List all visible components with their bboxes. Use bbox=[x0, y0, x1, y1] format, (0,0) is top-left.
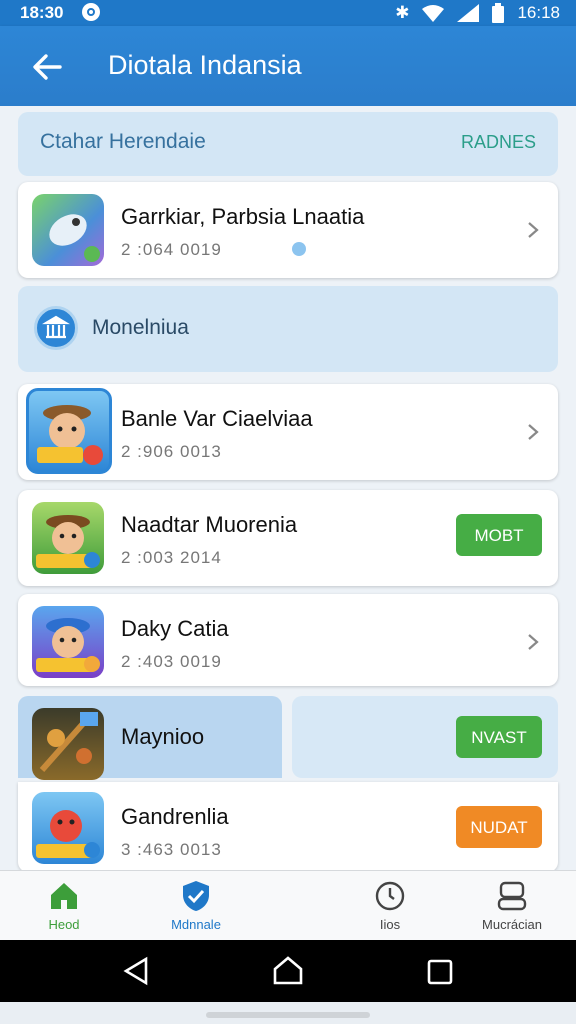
home-icon bbox=[51, 883, 77, 909]
app-icon bbox=[32, 708, 104, 780]
back-triangle-icon[interactable] bbox=[122, 956, 150, 986]
app-icon bbox=[26, 388, 112, 474]
nav-tab-profile[interactable]: Mucrácian bbox=[462, 879, 562, 932]
chevron-right-icon[interactable] bbox=[526, 422, 540, 442]
list-item[interactable]: Banle Var Ciaelviaa 2 :906 0013 bbox=[18, 384, 558, 480]
item-title: Naadtar Muorenia bbox=[121, 512, 298, 537]
item-subtitle: 2 :403 0019 bbox=[121, 652, 222, 671]
page-title: Diotala Indansia bbox=[108, 50, 302, 80]
banner-text: Ctahar Herendaie bbox=[40, 130, 206, 153]
item-subtitle: 2 :064 0019 bbox=[121, 240, 222, 259]
nav-label: Mdnnale bbox=[171, 917, 221, 932]
item-title: Gandrenlia bbox=[121, 804, 229, 829]
app-icon bbox=[32, 606, 104, 678]
chevron-right-icon[interactable] bbox=[526, 220, 540, 240]
notification-icon bbox=[82, 3, 100, 21]
museum-icon bbox=[34, 306, 78, 350]
section-label: Monelniua bbox=[92, 316, 189, 339]
list-item[interactable]: Daky Catia 2 :403 0019 bbox=[18, 594, 558, 686]
back-arrow-icon[interactable] bbox=[30, 50, 64, 84]
list-item[interactable]: Naadtar Muorenia 2 :003 2014 MOBT bbox=[18, 490, 558, 586]
status-bar: 18:30 ✱ 16:18 bbox=[0, 0, 576, 26]
device-icon bbox=[497, 881, 527, 911]
indicator-dot bbox=[292, 242, 306, 256]
signal-icon bbox=[457, 4, 480, 22]
home-indicator bbox=[206, 1012, 370, 1018]
nav-label: Mucrácian bbox=[482, 917, 542, 932]
list-item[interactable]: Gandrenlia 3 :463 0013 NUDAT bbox=[18, 782, 558, 872]
status-time: 18:30 bbox=[20, 3, 64, 22]
system-navigation-bar bbox=[0, 940, 576, 1002]
list-item[interactable]: Maynioo bbox=[18, 696, 282, 780]
bottom-navigation: Heod Mdnnale Iios Mucrácian bbox=[0, 870, 576, 941]
recents-square-icon[interactable] bbox=[427, 959, 453, 985]
nav-tab-protect[interactable]: Mdnnale bbox=[146, 879, 246, 932]
app-icon bbox=[32, 194, 104, 266]
wifi-icon bbox=[422, 5, 445, 22]
info-banner[interactable]: Ctahar Herendaie RADNES bbox=[18, 112, 558, 176]
item-title: Garrkiar, Parbsia Lnaatia bbox=[121, 204, 365, 229]
main-content[interactable]: Ctahar Herendaie RADNES Garrkiar, Parbsi… bbox=[0, 106, 576, 872]
item-title: Maynioo bbox=[121, 724, 205, 749]
item-title: Daky Catia bbox=[121, 616, 229, 641]
section-header[interactable]: Monelniua bbox=[18, 286, 558, 372]
item-action-button[interactable]: MOBT bbox=[456, 514, 542, 556]
app-icon bbox=[32, 792, 104, 864]
status-time-right: 16:18 bbox=[517, 3, 560, 22]
item-action-button[interactable]: NVAST bbox=[456, 716, 542, 758]
nav-tab-history[interactable]: Iios bbox=[340, 879, 440, 932]
chevron-right-icon[interactable] bbox=[526, 632, 540, 652]
item-subtitle: 2 :906 0013 bbox=[121, 442, 222, 461]
app-bar: Diotala Indansia bbox=[0, 26, 576, 106]
bluetooth-icon: ✱ bbox=[395, 3, 410, 22]
item-title: Banle Var Ciaelviaa bbox=[121, 406, 313, 431]
battery-icon bbox=[492, 3, 505, 23]
banner-link[interactable]: RADNES bbox=[461, 132, 536, 153]
clock-icon bbox=[375, 881, 405, 911]
shield-check-icon bbox=[183, 881, 209, 911]
app-icon bbox=[32, 502, 104, 574]
item-subtitle: 3 :463 0013 bbox=[121, 840, 222, 859]
home-button-icon[interactable] bbox=[272, 955, 304, 985]
item-subtitle: 2 :003 2014 bbox=[121, 548, 222, 567]
status-right: ✱ 16:18 bbox=[395, 3, 560, 23]
item-action-panel: NVAST bbox=[292, 696, 558, 778]
item-action-button[interactable]: NUDAT bbox=[456, 806, 542, 848]
list-item[interactable]: Garrkiar, Parbsia Lnaatia 2 :064 0019 bbox=[18, 182, 558, 278]
nav-label: Iios bbox=[379, 917, 401, 932]
nav-tab-home[interactable]: Heod bbox=[14, 879, 114, 932]
nav-label: Heod bbox=[48, 917, 80, 932]
